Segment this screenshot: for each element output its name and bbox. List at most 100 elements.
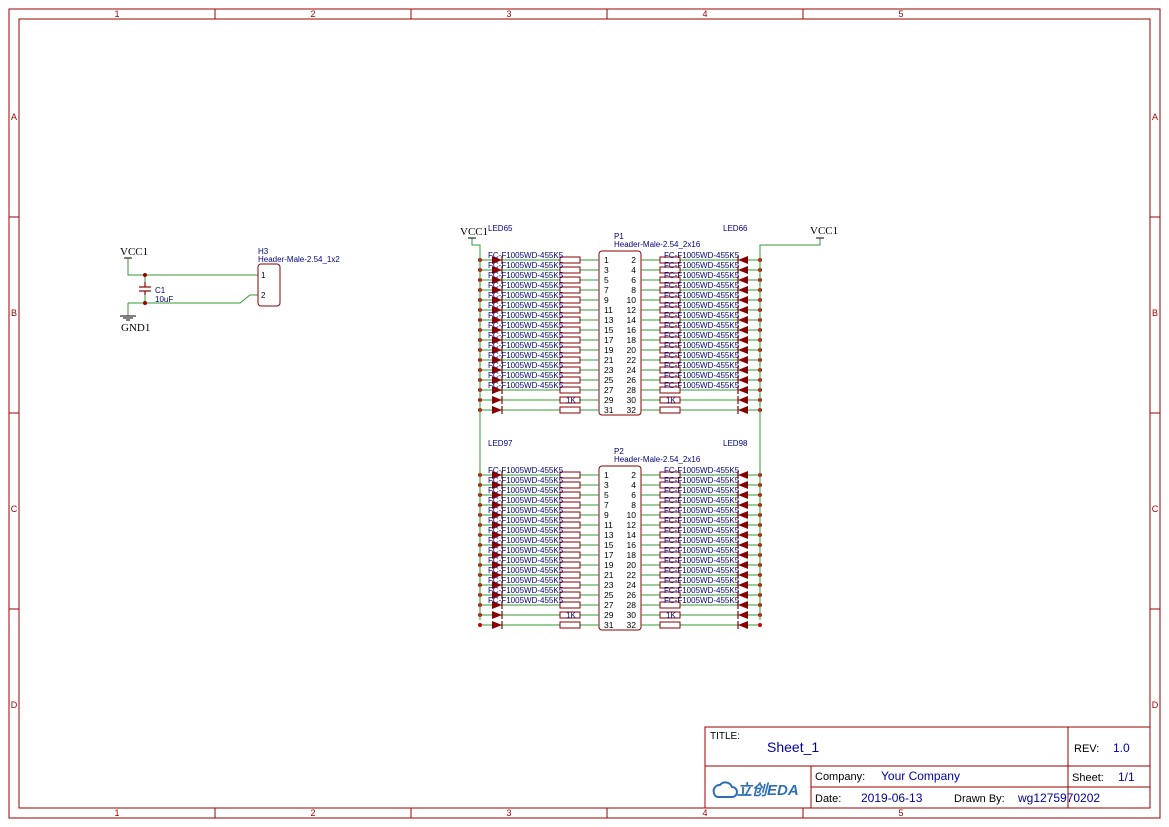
frame-col-label-top: 1: [114, 9, 119, 19]
led-part-label: FC-F1005WD-455K5: [664, 596, 740, 605]
connector-pin-right: 24: [627, 365, 637, 375]
rev-value: 1.0: [1113, 741, 1130, 755]
led-part-label: FC-F1005WD-455K5: [488, 526, 564, 535]
led-part-label: FC-F1005WD-455K5: [664, 526, 740, 535]
connector-pin-left: 1: [604, 255, 609, 265]
junction: [478, 623, 482, 627]
led-part-label: FC-F1005WD-455K5: [488, 351, 564, 360]
led-designator: LED66: [723, 224, 748, 233]
led-symbol: [738, 581, 748, 589]
led-symbol: [738, 356, 748, 364]
connector-pin-left: 29: [604, 395, 614, 405]
led-symbol: [492, 611, 502, 619]
led-symbol: [738, 551, 748, 559]
connector-pin-left: 5: [604, 490, 609, 500]
connector-pin-left: 15: [604, 325, 614, 335]
led-symbol: [738, 386, 748, 394]
led-part-label: FC-F1005WD-455K5: [488, 466, 564, 475]
connector-pin-left: 31: [604, 620, 614, 630]
connector-pin-right: 12: [627, 520, 637, 530]
led-part-label: FC-F1005WD-455K5: [488, 506, 564, 515]
connector-pin-left: 23: [604, 580, 614, 590]
led-part-label: FC-F1005WD-455K5: [488, 586, 564, 595]
resistor-value: 1K: [666, 611, 676, 620]
led-designator: LED65: [488, 224, 513, 233]
connector-pin-right: 24: [627, 580, 637, 590]
led-part-label: FC-F1005WD-455K5: [488, 281, 564, 290]
led-part-label: FC-F1005WD-455K5: [664, 371, 740, 380]
connector-pin-right: 26: [627, 590, 637, 600]
resistor-symbol: [559, 406, 581, 414]
connector-pin-right: 28: [627, 600, 637, 610]
frame-col-label-bottom: 3: [506, 808, 511, 818]
connector-pin-right: 32: [627, 620, 637, 630]
vcc-label: VCC1: [120, 246, 148, 258]
led-part-label: FC-F1005WD-455K5: [664, 516, 740, 525]
led-symbol: [738, 561, 748, 569]
connector-pin-right: 20: [627, 560, 637, 570]
led-part-label: FC-F1005WD-455K5: [488, 271, 564, 280]
led-symbol: [738, 406, 748, 414]
connector-pin-right: 4: [631, 265, 636, 275]
led-part-label: FC-F1005WD-455K5: [664, 321, 740, 330]
connector-pin-left: 21: [604, 355, 614, 365]
connector-pin-left: 11: [604, 520, 613, 530]
connector-pin-left: 3: [604, 480, 609, 490]
frame-row-label-right: A: [1152, 112, 1158, 122]
led-symbol: [738, 611, 748, 619]
connector-p1-block: P1Header-Male-2.54_2x161 2FC-F1005WD-455K…: [478, 224, 762, 416]
led-part-label: FC-F1005WD-455K5: [664, 341, 740, 350]
connector-pin-left: 25: [604, 375, 614, 385]
led-part-label: FC-F1005WD-455K5: [664, 311, 740, 320]
connector-pin-right: 12: [627, 305, 637, 315]
connector-pin-right: 22: [627, 355, 637, 365]
led-part-label: FC-F1005WD-455K5: [488, 261, 564, 270]
led-symbol: [738, 256, 748, 264]
junction: [758, 623, 762, 627]
led-part-label: FC-F1005WD-455K5: [488, 341, 564, 350]
led-part-label: FC-F1005WD-455K5: [664, 381, 740, 390]
led-part-label: FC-F1005WD-455K5: [488, 371, 564, 380]
cloud-logo-icon: [712, 781, 738, 798]
led-symbol: [738, 276, 748, 284]
led-part-label: FC-F1005WD-455K5: [488, 251, 564, 260]
led-part-label: FC-F1005WD-455K5: [488, 331, 564, 340]
capacitor-designator: C1: [155, 286, 166, 295]
frame-row-label-right: D: [1152, 700, 1159, 710]
led-part-label: FC-F1005WD-455K5: [664, 566, 740, 575]
capacitor-value: 10uF: [155, 295, 173, 304]
schematic-sheet: 1122334455A AB BC CD D VCC1 C1 10uF GND1…: [8, 8, 1161, 819]
connector-pin-right: 18: [627, 550, 637, 560]
connector-pin-left: 7: [604, 500, 609, 510]
led-part-label: FC-F1005WD-455K5: [664, 546, 740, 555]
frame-grid-labels: 1122334455A AB BC CD D: [11, 9, 1159, 818]
led-part-label: FC-F1005WD-455K5: [664, 476, 740, 485]
header-h3-pin-1: 1: [261, 271, 266, 280]
led-symbol: [738, 601, 748, 609]
frame-row-label-left: A: [11, 112, 17, 122]
led-symbol: [738, 501, 748, 509]
led-symbol: [738, 346, 748, 354]
led-part-label: FC-F1005WD-455K5: [664, 486, 740, 495]
connector-pin-right: 6: [631, 275, 636, 285]
connector-pin-left: 21: [604, 570, 614, 580]
led-part-label: FC-F1005WD-455K5: [664, 281, 740, 290]
led-part-label: FC-F1005WD-455K5: [488, 496, 564, 505]
led-symbol: [492, 396, 502, 404]
company-value: Your Company: [881, 769, 960, 783]
led-part-label: FC-F1005WD-455K5: [664, 251, 740, 260]
header-h3-pin-2: 2: [261, 291, 266, 300]
led-designator: LED97: [488, 439, 513, 448]
connector-value: Header-Male-2.54_2x16: [614, 455, 701, 464]
rev-label: REV:: [1074, 743, 1099, 755]
resistor-value: 1K: [566, 396, 576, 405]
led-part-label: FC-F1005WD-455K5: [664, 331, 740, 340]
connector-pin-right: 10: [627, 295, 637, 305]
led-part-label: FC-F1005WD-455K5: [488, 321, 564, 330]
led-part-label: FC-F1005WD-455K5: [488, 516, 564, 525]
connector-pin-left: 9: [604, 295, 609, 305]
led-part-label: FC-F1005WD-455K5: [664, 261, 740, 270]
connector-pin-right: 8: [631, 285, 636, 295]
led-part-label: FC-F1005WD-455K5: [488, 536, 564, 545]
connector-pin-left: 5: [604, 275, 609, 285]
